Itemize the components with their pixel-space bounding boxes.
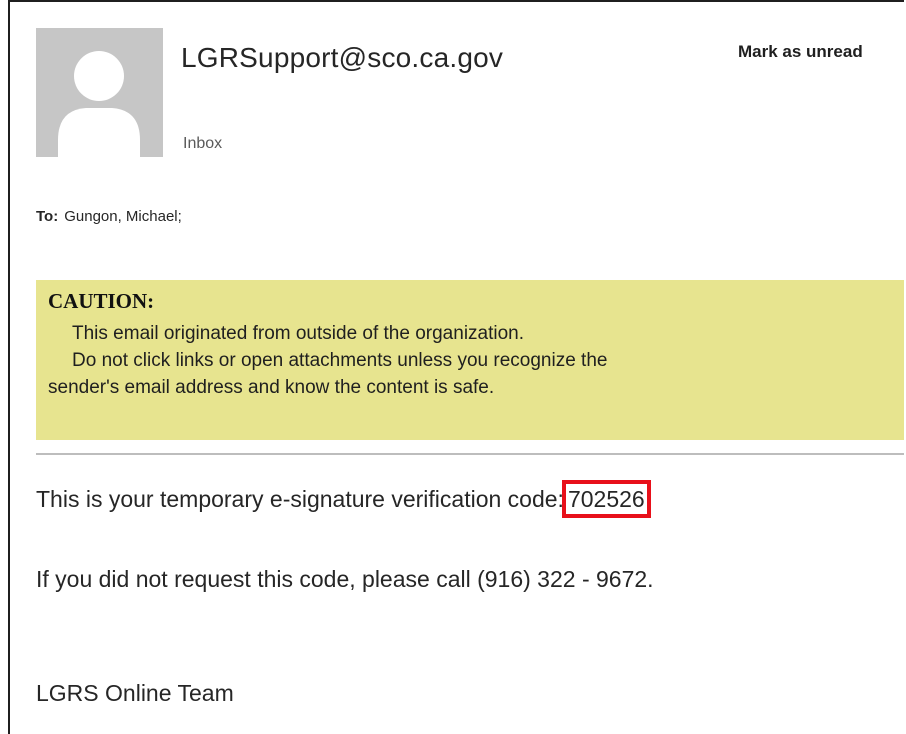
default-person-avatar-icon [36, 28, 163, 157]
email-reading-pane: LGRSupport@sco.ca.gov Inbox Mark as unre… [8, 0, 904, 734]
sender-avatar [36, 28, 163, 157]
email-signature: LGRS Online Team [36, 680, 234, 706]
mark-as-unread-link[interactable]: Mark as unread [738, 42, 863, 62]
call-instructions: If you did not request this code, please… [36, 566, 654, 592]
recipient-name[interactable]: Gungon, Michael; [64, 208, 182, 225]
verification-code: 702526 [561, 480, 651, 518]
recipient-row: To: Gungon, Michael; [36, 208, 182, 225]
divider [36, 453, 904, 455]
caution-line-sender: sender's email address and know the cont… [48, 377, 495, 398]
sender-address[interactable]: LGRSupport@sco.ca.gov [181, 42, 503, 74]
folder-label: Inbox [183, 135, 223, 152]
verification-code-line: This is your temporary e-signature verif… [36, 480, 651, 518]
code-intro-text: This is your temporary e-signature verif… [36, 486, 564, 512]
caution-title: CAUTION: [48, 289, 155, 313]
caution-line-links: Do not click links or open attachments u… [72, 350, 608, 371]
external-email-caution-banner: CAUTION: This email originated from outs… [36, 280, 904, 440]
to-label: To: [36, 208, 59, 225]
caution-line-origin: This email originated from outside of th… [72, 323, 525, 344]
